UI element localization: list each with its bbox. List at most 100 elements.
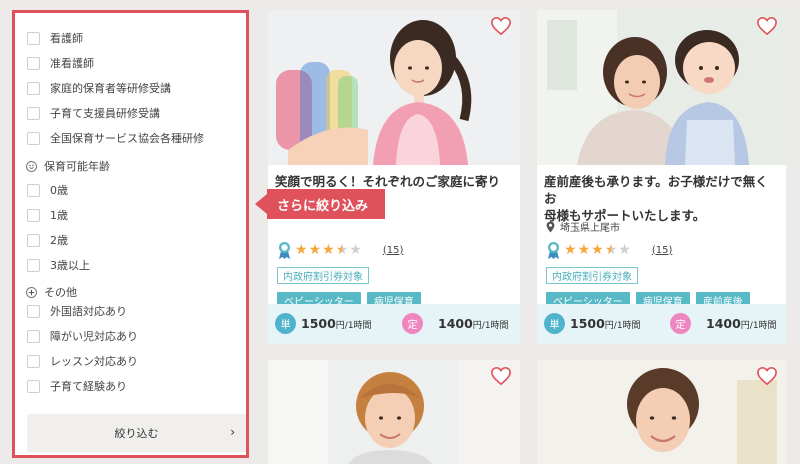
star-icon: ★: [577, 242, 591, 258]
age-section-heading: 保育可能年齢: [26, 158, 110, 174]
filter-label: 子育て経験あり: [50, 380, 127, 393]
filter-qual-nurse[interactable]: 看護師: [27, 30, 83, 46]
refine-callout: さらに絞り込み: [255, 189, 385, 219]
checkbox-icon[interactable]: [27, 81, 40, 95]
location-text: 埼玉県上尾市: [560, 223, 620, 234]
section-label: その他: [44, 286, 77, 299]
heart-icon[interactable]: [490, 16, 512, 36]
filter-label: 0歳: [50, 184, 68, 197]
fixed-rate-price: 1400円/1時間: [706, 316, 777, 331]
checkbox-icon[interactable]: [27, 379, 40, 393]
price-value: 1400: [438, 316, 473, 331]
rating: ★ ★ ★ ★ ★ (15): [278, 241, 403, 259]
apply-filter-label: 絞り込む: [114, 427, 159, 440]
filter-label: 1歳: [50, 209, 68, 222]
star-icon: ★: [591, 242, 604, 258]
filter-parenting-experience[interactable]: 子育て経験あり: [27, 378, 127, 394]
filter-label: 全国保育サービス協会各種研修: [50, 132, 204, 145]
sitter-card-1[interactable]: 笑顔で明るく！それぞれのご家庭に寄り添 ★ ★ ★ ★ ★ (15) 内政府割引…: [268, 10, 520, 344]
review-count-link[interactable]: (15): [652, 245, 673, 256]
rating: ★ ★ ★ ★ ★ (15): [547, 241, 672, 259]
star-empty-icon: ★: [349, 242, 362, 258]
fixed-rate-badge: 定: [402, 313, 423, 334]
filter-disability-support[interactable]: 障がい児対応あり: [27, 328, 138, 344]
plus-circle-icon: [26, 286, 37, 298]
apply-filter-button[interactable]: 絞り込む ›: [27, 414, 246, 452]
price-value: 1400: [706, 316, 741, 331]
filter-lesson-support[interactable]: レッスン対応あり: [27, 353, 138, 369]
star-icon: ★: [295, 242, 308, 258]
sitter-photo: [537, 10, 786, 165]
filter-age-3plus[interactable]: 3歳以上: [27, 257, 90, 273]
single-rate-price: 1500円/1時間: [570, 316, 641, 331]
award-ribbon-icon: [548, 242, 559, 259]
sitter-photo: [268, 360, 520, 464]
filter-qual-childcare-support[interactable]: 子育て支援員研修受講: [27, 105, 160, 121]
review-count-link[interactable]: (15): [383, 245, 404, 256]
price-unit: 円/1時間: [604, 321, 641, 331]
price-unit: 円/1時間: [472, 321, 509, 331]
filter-label: レッスン対応あり: [50, 355, 138, 368]
checkbox-icon[interactable]: [27, 106, 40, 120]
filter-label: 家庭的保育者等研修受講: [50, 82, 171, 95]
subsidy-tag: 内政府割引券対象: [546, 267, 638, 284]
filter-label: 3歳以上: [50, 259, 90, 272]
filter-qual-national-association[interactable]: 全国保育サービス協会各種研修: [27, 130, 204, 146]
price-bar: 単 1500円/1時間 定 1400円/1時間: [268, 304, 520, 344]
price-unit: 円/1時間: [740, 321, 777, 331]
subsidy-tag: 内政府割引券対象: [277, 267, 369, 284]
filter-age-1[interactable]: 1歳: [27, 207, 68, 223]
single-rate-badge: 単: [275, 313, 296, 334]
fixed-rate-price: 1400円/1時間: [438, 316, 509, 331]
checkbox-icon[interactable]: [27, 304, 40, 318]
filter-qual-assistant-nurse[interactable]: 准看護師: [27, 55, 94, 71]
star-icon: ★: [564, 242, 577, 258]
checkbox-icon[interactable]: [27, 183, 40, 197]
filter-age-2[interactable]: 2歳: [27, 232, 68, 248]
heart-icon[interactable]: [756, 16, 778, 36]
checkbox-icon[interactable]: [27, 208, 40, 222]
checkbox-icon[interactable]: [27, 131, 40, 145]
price-unit: 円/1時間: [335, 321, 372, 331]
smile-icon: [26, 160, 37, 172]
card-title-line: 産前産後も承ります。お子様だけで無くお: [544, 174, 768, 206]
checkbox-icon[interactable]: [27, 31, 40, 45]
filter-qual-home-nursery[interactable]: 家庭的保育者等研修受講: [27, 80, 171, 96]
filter-label: 外国語対応あり: [50, 305, 127, 318]
sitter-card-2[interactable]: 産前産後も承ります。お子様だけで無くお 母様もサポートいたします。 埼玉県上尾市…: [537, 10, 786, 344]
callout-text: さらに絞り込み: [277, 199, 369, 214]
sitter-card-3[interactable]: [268, 360, 520, 464]
sitter-photo: [268, 10, 520, 165]
card-title: 産前産後も承ります。お子様だけで無くお 母様もサポートいたします。: [544, 173, 779, 224]
checkbox-icon[interactable]: [27, 329, 40, 343]
filter-label: 准看護師: [50, 57, 94, 70]
checkbox-icon[interactable]: [27, 233, 40, 247]
price-value: 1500: [570, 316, 605, 331]
single-rate-price: 1500円/1時間: [301, 316, 372, 331]
filter-age-0[interactable]: 0歳: [27, 182, 68, 198]
price-bar: 単 1500円/1時間 定 1400円/1時間: [537, 304, 786, 344]
star-half-icon: ★: [335, 242, 349, 258]
chevron-right-icon: ›: [230, 425, 235, 439]
heart-icon[interactable]: [490, 366, 512, 386]
other-section-heading: その他: [26, 284, 77, 300]
checkbox-icon[interactable]: [27, 354, 40, 368]
star-icon: ★: [308, 242, 322, 258]
filter-label: 2歳: [50, 234, 68, 247]
filter-label: 子育て支援員研修受講: [50, 107, 160, 120]
filter-sidebar: 看護師 准看護師 家庭的保育者等研修受講 子育て支援員研修受講 全国保育サービス…: [12, 10, 249, 458]
filter-label: 看護師: [50, 32, 83, 45]
single-rate-badge: 単: [544, 313, 565, 334]
filter-label: 障がい児対応あり: [50, 330, 138, 343]
location: 埼玉県上尾市: [546, 219, 620, 234]
checkbox-icon[interactable]: [27, 56, 40, 70]
heart-icon[interactable]: [756, 366, 778, 386]
price-value: 1500: [301, 316, 336, 331]
award-ribbon-icon: [279, 242, 290, 259]
section-label: 保育可能年齢: [44, 160, 110, 173]
sitter-card-4[interactable]: [537, 360, 786, 464]
checkbox-icon[interactable]: [27, 258, 40, 272]
map-pin-icon: [546, 221, 555, 232]
filter-foreign-language[interactable]: 外国語対応あり: [27, 303, 127, 319]
fixed-rate-badge: 定: [670, 313, 691, 334]
